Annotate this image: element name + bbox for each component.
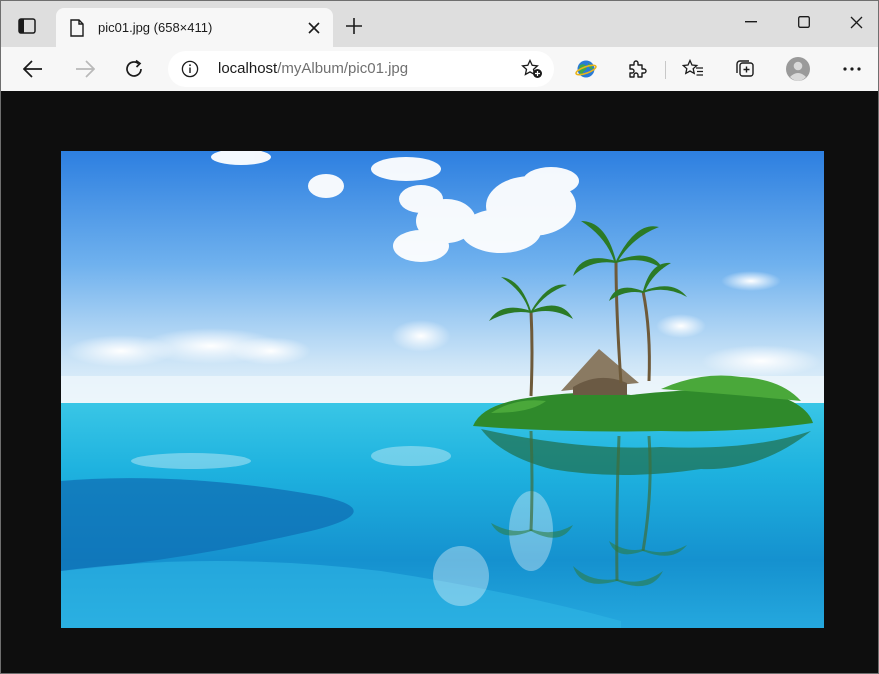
forward-arrow-icon <box>76 60 95 78</box>
page-viewport <box>1 91 878 673</box>
minimize-button[interactable] <box>725 1 777 43</box>
page-icon <box>68 17 86 39</box>
close-window-icon <box>850 16 862 28</box>
refresh-icon <box>126 59 142 77</box>
maximize-button[interactable] <box>778 1 830 43</box>
tab-actions-button[interactable] <box>7 9 47 43</box>
url-path: /myAlbum/pic01.jpg <box>277 60 409 77</box>
toolbar: localhost/myAlbum/pic01.jpg <box>1 47 878 91</box>
close-icon <box>308 21 320 34</box>
tab-title: pic01.jpg (658×411) <box>98 20 213 35</box>
tab-actions-icon <box>18 18 36 34</box>
tropical-island-photo[interactable] <box>61 151 824 628</box>
site-info-button[interactable] <box>180 59 200 79</box>
collections-button[interactable] <box>729 53 761 85</box>
tab-strip: pic01.jpg (658×411) <box>1 1 878 47</box>
favorites-button[interactable] <box>677 53 709 85</box>
url-host: localhost <box>218 60 278 77</box>
favorites-icon <box>682 59 703 76</box>
star-plus-icon <box>521 59 542 78</box>
extensions-button[interactable] <box>621 53 653 85</box>
info-icon <box>181 60 199 78</box>
collections-icon <box>736 60 754 77</box>
maximize-icon <box>798 16 810 28</box>
back-button[interactable] <box>17 53 49 85</box>
close-tab-button[interactable] <box>301 15 327 41</box>
back-arrow-icon <box>23 60 42 78</box>
minimize-icon <box>745 21 757 23</box>
profile-icon <box>786 57 810 81</box>
globe-extension-icon <box>575 60 597 78</box>
plus-icon <box>346 18 362 34</box>
active-tab[interactable]: pic01.jpg (658×411) <box>56 8 333 47</box>
profile-button[interactable] <box>782 53 814 85</box>
add-favorite-button[interactable] <box>520 58 544 80</box>
close-window-button[interactable] <box>830 1 878 43</box>
forward-button[interactable] <box>69 53 101 85</box>
new-tab-button[interactable] <box>339 11 369 41</box>
url-text[interactable]: localhost/myAlbum/pic01.jpg <box>218 60 408 77</box>
settings-more-button[interactable] <box>836 53 868 85</box>
refresh-button[interactable] <box>118 53 150 85</box>
more-icon <box>843 67 861 71</box>
puzzle-icon <box>629 60 647 78</box>
address-bar[interactable]: localhost/myAlbum/pic01.jpg <box>168 51 554 87</box>
browser-window: pic01.jpg (658×411) localhost/myAlbum/pi… <box>0 0 879 674</box>
toolbar-separator <box>665 61 666 79</box>
globe-extension-button[interactable] <box>570 53 602 85</box>
